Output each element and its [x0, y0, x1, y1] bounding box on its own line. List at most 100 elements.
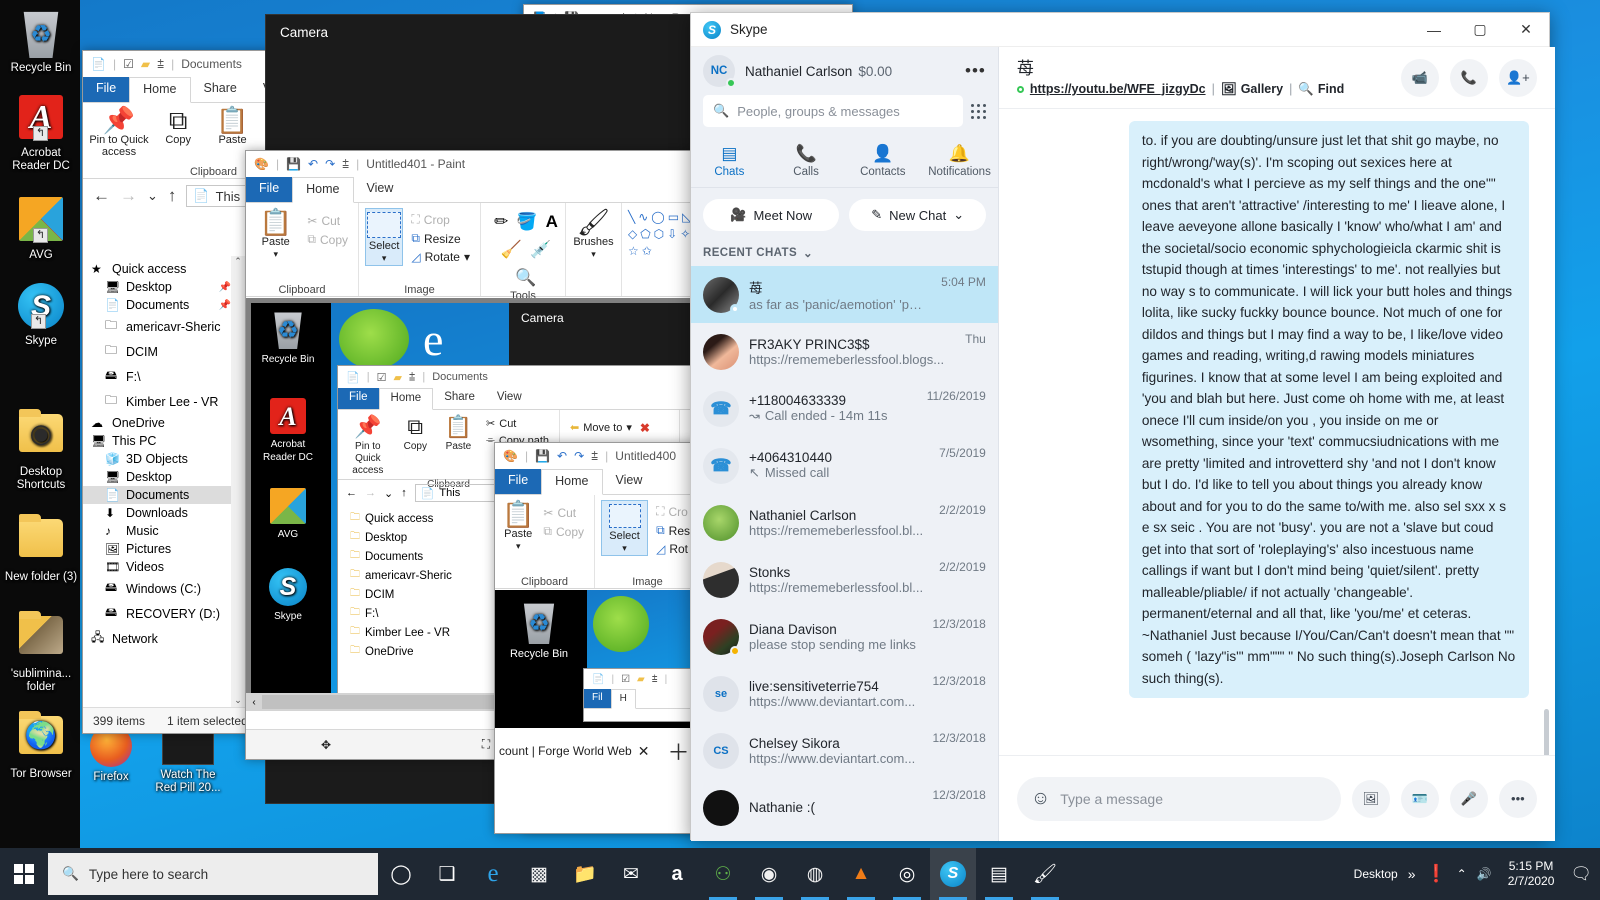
message-scrollbar[interactable] — [1543, 709, 1549, 755]
account-balance[interactable]: $0.00 — [858, 64, 892, 79]
video-call-icon[interactable]: 📹 — [1400, 58, 1439, 97]
breadcrumb[interactable]: This — [216, 189, 241, 204]
avg-tray-icon[interactable]: ❗ — [1426, 864, 1447, 884]
camera-icon[interactable]: ◎ — [884, 848, 930, 900]
back-icon[interactable]: ← — [93, 186, 110, 206]
save-icon[interactable]: 💾 — [535, 449, 550, 463]
conversation-link[interactable]: https://youtu.be/WFE_jizgyDc — [1030, 82, 1206, 96]
skype-sidebar[interactable]: NC Nathaniel Carlson $0.00 ••• 🔍 ▤ — [691, 47, 999, 841]
resize-button[interactable]: ⧉ Resize — [407, 229, 474, 248]
nav-tree-item[interactable]: ⬇ Downloads — [83, 504, 253, 522]
copy-button[interactable]: ⧉ Copy — [539, 522, 588, 541]
chevron-down-icon[interactable]: ⌄ — [953, 207, 964, 223]
reader-icon[interactable]: ▤ — [976, 848, 1022, 900]
desktop-icon-tor-browser[interactable]: Tor Browser — [2, 710, 80, 781]
chat-list-item[interactable]: Stonks https://rememeberlessfool.bl... 2/2… — [691, 551, 998, 608]
message-composer[interactable]: ☺ 🖼 🪪 🎤 ••• — [998, 755, 1555, 841]
rotate-button[interactable]: ◿ Rotate ▾ — [407, 248, 474, 266]
add-people-icon[interactable]: 👤+ — [1498, 58, 1537, 97]
tab-chats[interactable]: ▤ Chats — [691, 137, 768, 187]
nav-tree-item[interactable]: 📄 Documents 📌 — [83, 296, 253, 314]
nav-tree-item[interactable]: 🎞 Videos — [83, 558, 253, 576]
tab-share[interactable]: Share — [191, 77, 250, 102]
tor-browser-icon[interactable]: ⚇ — [700, 848, 746, 900]
arrow-shape-icon[interactable]: ⇩ — [667, 227, 677, 241]
tab-notifications[interactable]: 🔔 Notifications — [921, 137, 998, 187]
customize-qat-icon[interactable]: ⩲ — [591, 449, 598, 464]
nav-tree-item[interactable]: 🖥 This PC — [83, 432, 253, 450]
undo-icon[interactable]: ↶ — [308, 157, 318, 171]
audio-call-icon[interactable]: 📞 — [1449, 58, 1488, 97]
message-input[interactable] — [1060, 790, 1327, 807]
account-more-button[interactable]: ••• — [965, 61, 986, 81]
dialpad-icon[interactable] — [970, 103, 986, 119]
nav-tree-item[interactable]: 🖴 RECOVERY (D:) — [83, 601, 253, 626]
chat-list-item[interactable]: FR3AKY PRINC3$$ https://rememeberlessfool… — [691, 323, 998, 380]
nav-pane-scrollbar[interactable]: ⌃ ⌄ — [231, 256, 245, 707]
copy-button[interactable]: ⧉ Copy — [153, 106, 203, 146]
recent-locations-icon[interactable]: ⌄ — [147, 188, 158, 204]
tab-view[interactable]: View — [603, 469, 656, 494]
nav-tree-item[interactable]: 🗀 Kimber Lee - VR — [83, 389, 253, 414]
save-icon[interactable]: 💾 — [286, 157, 301, 171]
chat-list-item[interactable]: se live:sensitiveterrie754 https://www.dev… — [691, 665, 998, 722]
image-icon[interactable]: 🖼 — [1351, 779, 1390, 818]
resize-button[interactable]: ⧉ Res — [652, 521, 694, 540]
desktop-icon-red-pill-video[interactable]: Watch The Red Pill 20... — [150, 725, 226, 795]
new-folder-icon[interactable]: ▰ — [141, 57, 150, 71]
customize-qat-icon[interactable]: ⩲ — [342, 157, 349, 172]
diamond-shape-icon[interactable]: ◇ — [628, 227, 637, 241]
search-box[interactable]: 🔍 Type here to search — [48, 853, 378, 895]
nav-tree-item[interactable]: 🖧 Network — [83, 626, 253, 651]
account-row[interactable]: NC Nathaniel Carlson $0.00 ••• — [691, 47, 998, 95]
nav-tree-item[interactable]: 🧊 3D Objects — [83, 450, 253, 468]
edge-icon[interactable]: e — [470, 848, 516, 900]
chrome-icon[interactable]: ◍ — [792, 848, 838, 900]
rect-shape-icon[interactable]: ▭ — [668, 210, 679, 224]
redo-icon[interactable]: ↷ — [574, 449, 584, 463]
tab-view[interactable]: View — [354, 177, 407, 202]
select-button[interactable]: Select ▾ — [365, 208, 404, 266]
conversation-subheader[interactable]: https://youtu.be/WFE_jizgyDc | 🖼 Gallery… — [1016, 82, 1344, 97]
paint-window-2[interactable]: 🎨 | 💾 ↶ ↷ ⩲ | Untitled400 File Home View… — [494, 442, 699, 834]
chat-list-item[interactable]: 苺 as far as 'panic/aemotion' 'per... 5:04 … — [691, 266, 998, 323]
cortana-icon[interactable]: ◯ — [378, 848, 424, 900]
pencil-icon[interactable]: ✏ — [494, 212, 508, 232]
cut-button[interactable]: ✂ Cut — [303, 212, 352, 230]
desktop-icon-subliminal-folder[interactable]: 'sublimina... folder — [2, 610, 80, 694]
crop-button[interactable]: ⛶ Cro — [652, 502, 694, 521]
microphone-icon[interactable]: 🎤 — [1449, 779, 1488, 818]
search-box[interactable]: 🔍 — [703, 95, 963, 127]
contact-card-icon[interactable]: 🪪 — [1400, 779, 1439, 818]
cut-button[interactable]: ✂ Cut — [539, 504, 588, 522]
taskbar-icons[interactable]: ◯ ❑ e ▩ 📁 ✉ a ⚇ ◉ ◍ ▲ ◎ S ▤ 🖌 — [378, 848, 1068, 900]
new-chat-button[interactable]: ✎ New Chat ⌄ — [849, 199, 986, 231]
properties-icon[interactable]: ☑ — [123, 57, 134, 71]
up-icon[interactable]: ↑ — [168, 186, 177, 206]
show-hidden-icons-icon[interactable]: ⌃ — [1457, 867, 1467, 881]
tab-file[interactable]: File — [495, 469, 542, 494]
more-icon[interactable]: ••• — [1498, 779, 1537, 818]
nav-tree-item[interactable]: 🖼 Pictures — [83, 540, 253, 558]
composer-input-box[interactable]: ☺ — [1016, 776, 1341, 821]
desktop-icon-avg[interactable]: ↰ AVG — [2, 197, 80, 262]
paint-icon[interactable]: 🖌 — [1022, 848, 1068, 900]
close-button[interactable]: ✕ — [1503, 13, 1549, 47]
vlc-icon[interactable]: ▲ — [838, 848, 884, 900]
paint2-ribbon-tabs[interactable]: File Home View — [495, 469, 698, 495]
conversation-header[interactable]: 苺 https://youtu.be/WFE_jizgyDc | 🖼 Galle… — [998, 47, 1555, 109]
conversation-pane[interactable]: 苺 https://youtu.be/WFE_jizgyDc | 🖼 Galle… — [998, 47, 1555, 841]
overflow-chevron-icon[interactable]: » — [1408, 866, 1416, 882]
line-shape-icon[interactable]: ╲ — [628, 210, 635, 224]
curve-shape-icon[interactable]: ∿ — [638, 210, 648, 224]
oval-shape-icon[interactable]: ◯ — [651, 210, 664, 224]
tab-home[interactable]: Home — [541, 469, 603, 495]
find-button[interactable]: 🔍 Find — [1298, 82, 1344, 97]
desktop-icon-recycle-bin[interactable]: Recycle Bin — [2, 10, 80, 75]
star5-shape-icon[interactable]: ☆ — [628, 244, 639, 258]
chat-list-item[interactable]: Nathanie :(12/3/2018 — [691, 779, 998, 836]
tab-file[interactable]: File — [246, 177, 293, 202]
windows-start-icon[interactable] — [0, 848, 48, 900]
paint-ribbon-tabs[interactable]: File Home View — [246, 177, 696, 203]
nav-tree-item[interactable]: 🖥 Desktop 📌 — [83, 278, 253, 296]
